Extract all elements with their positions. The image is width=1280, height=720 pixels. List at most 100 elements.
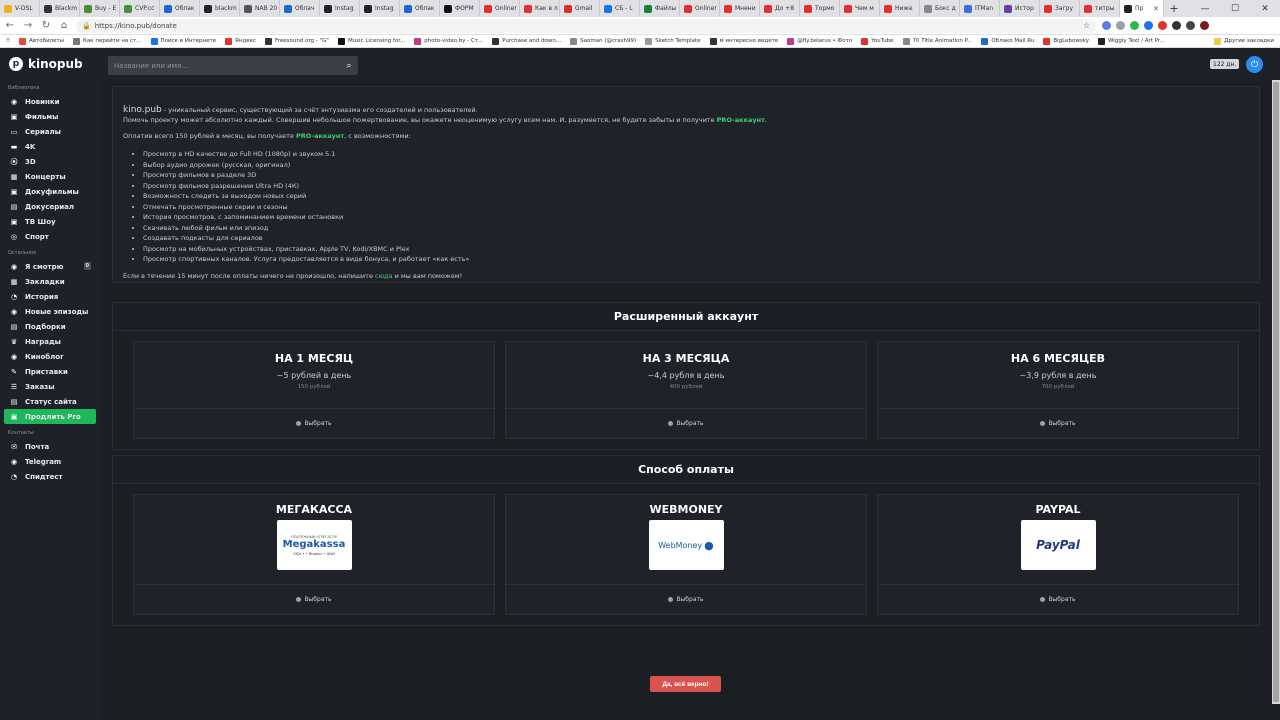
browser-tab[interactable]: blackm <box>200 0 240 17</box>
browser-tab[interactable]: CVP.cc <box>120 0 160 17</box>
bookmark-item[interactable]: BigLebowsky <box>1043 37 1089 45</box>
browser-tab[interactable]: Облак <box>160 0 200 17</box>
sidebar-item[interactable]: ▣ ТВ Шоу <box>0 214 100 229</box>
browser-tab[interactable]: V-DSL <box>0 0 40 17</box>
extension-icon[interactable] <box>1144 21 1153 30</box>
sidebar-item[interactable]: ▭ Сериалы <box>0 124 100 139</box>
search-icon[interactable]: ⌕ <box>340 61 358 71</box>
power-icon[interactable]: ⏻ <box>1246 56 1263 73</box>
sidebar-item[interactable]: ▣ Продлить Pro <box>4 409 96 424</box>
browser-tab[interactable]: Ниже <box>880 0 920 17</box>
sidebar-item[interactable]: ▣ Фильмы <box>0 109 100 124</box>
back-icon[interactable]: ← <box>4 20 16 31</box>
bookmark-item[interactable]: м интересно ведете <box>709 37 778 45</box>
browser-tab[interactable]: ITMan <box>960 0 1000 17</box>
browser-tab[interactable]: Истор <box>1000 0 1040 17</box>
bookmark-item[interactable]: Purchase and down... <box>492 37 561 45</box>
select-button[interactable]: Выбрать <box>668 420 704 427</box>
close-window-icon[interactable]: ✕ <box>1250 0 1280 17</box>
sidebar-item[interactable]: ▤ Докусериал <box>0 199 100 214</box>
browser-tab[interactable]: Тормо <box>800 0 840 17</box>
sidebar-item[interactable]: ◔ История <box>0 289 100 304</box>
home-icon[interactable]: ⌂ <box>58 20 70 31</box>
maximize-icon[interactable]: ☐ <box>1220 0 1250 17</box>
sidebar-item[interactable]: ◉ Киноблог <box>0 349 100 364</box>
sidebar-item[interactable]: ◉ Новые эпизоды <box>0 304 100 319</box>
reload-icon[interactable]: ↻ <box>40 20 52 31</box>
bookmark-item[interactable]: Как перейти на ст... <box>73 37 142 45</box>
sidebar-item[interactable]: ▦ Закладки <box>0 274 100 289</box>
browser-tab[interactable]: Gmail <box>560 0 600 17</box>
select-button[interactable]: Выбрать <box>668 596 704 603</box>
sidebar-item[interactable]: ◉ Я смотрю 0 <box>0 259 100 274</box>
payment-card[interactable]: МЕГАКАССА ПЛАТЕЖНЫЙ АГРЕГАТОР Megakassa VIS… <box>133 494 495 615</box>
profile-avatar[interactable] <box>1200 21 1209 30</box>
forward-icon[interactable]: → <box>22 20 34 31</box>
browser-tab[interactable]: ФОРМ <box>440 0 480 17</box>
bookmark-item[interactable]: Freesound.org - "G" <box>265 37 329 45</box>
browser-tab[interactable]: Мнени <box>720 0 760 17</box>
sidebar-item[interactable]: ◉ Telegram <box>0 454 100 469</box>
sidebar-item[interactable]: ⦿ 3D <box>0 154 100 169</box>
extension-icon[interactable] <box>1102 21 1111 30</box>
sidebar-item[interactable]: ▦ Концерты <box>0 169 100 184</box>
bookmark-item[interactable]: Облако Mail.Ru <box>981 37 1034 45</box>
browser-tab[interactable]: Пр ✕ <box>1120 0 1164 17</box>
plan-card[interactable]: НА 6 МЕСЯЦЕВ ~3,9 рубля в день 700 рублей В… <box>877 341 1239 439</box>
browser-tab[interactable]: Чем м <box>840 0 880 17</box>
browser-tab[interactable]: Buy - E <box>80 0 120 17</box>
bookmark-star-icon[interactable]: ☆ <box>1083 21 1090 30</box>
minimize-icon[interactable]: — <box>1190 0 1220 17</box>
payment-card[interactable]: PAYPAL PayPal Выбрать <box>877 494 1239 615</box>
plan-card[interactable]: НА 3 МЕСЯЦА ~4,4 рубля в день 400 рублей Вы… <box>505 341 867 439</box>
sidebar-item[interactable]: ◎ Спорт <box>0 229 100 244</box>
browser-tab[interactable]: СБ - L <box>600 0 640 17</box>
extension-icon[interactable] <box>1116 21 1125 30</box>
extension-icon[interactable] <box>1130 21 1139 30</box>
select-button[interactable]: Выбрать <box>296 420 332 427</box>
confirm-button[interactable]: Да, всё верно! <box>650 676 721 692</box>
url-input[interactable]: 🔒 https://kino.pub/donate ☆ <box>76 18 1096 33</box>
browser-tab[interactable]: Onliner <box>480 0 520 17</box>
payment-card[interactable]: WEBMONEY WebMoney ● Выбрать <box>505 494 867 615</box>
select-button[interactable]: Выбрать <box>1040 420 1076 427</box>
new-tab-button[interactable]: + <box>1164 0 1184 17</box>
sidebar-item[interactable]: ▣ Докуфильмы <box>0 184 100 199</box>
bookmark-item[interactable]: Music Licensing for... <box>337 37 405 45</box>
bookmark-item[interactable]: @fly.belarus • Фото <box>787 37 852 45</box>
close-tab-icon[interactable]: ✕ <box>1153 5 1159 13</box>
sidebar-item[interactable]: ◉ Новинки <box>0 94 100 109</box>
select-button[interactable]: Выбрать <box>296 596 332 603</box>
plan-card[interactable]: НА 1 МЕСЯЦ ~5 рублей в день 150 рублей Выбр… <box>133 341 495 439</box>
bookmark-item[interactable]: Яндекс <box>225 37 256 45</box>
browser-tab[interactable]: До +8 <box>760 0 800 17</box>
bookmark-item[interactable]: Sketch Template <box>645 37 701 45</box>
bookmark-item[interactable]: 70 Title Animation P... <box>902 37 972 45</box>
bookmark-item[interactable]: Автобилеты <box>19 37 64 45</box>
bookmark-item[interactable]: Поиск в Интернете <box>150 37 216 45</box>
apps-icon[interactable]: ⠿ <box>6 38 10 44</box>
browser-tab[interactable]: Onliner <box>680 0 720 17</box>
bookmark-item[interactable]: photo-video.by - Ст... <box>414 37 483 45</box>
sidebar-item[interactable]: ✉ Почта <box>0 439 100 454</box>
sidebar-item[interactable]: ▬ 4K <box>0 139 100 154</box>
browser-tab[interactable]: Blackm <box>40 0 80 17</box>
bookmark-item[interactable]: Saoman (@crash99) <box>570 37 636 45</box>
sidebar-item[interactable]: ☰ Заказы <box>0 379 100 394</box>
browser-tab[interactable]: NAB 20 <box>240 0 280 17</box>
extension-icon[interactable] <box>1186 21 1195 30</box>
browser-tab[interactable]: Instag <box>360 0 400 17</box>
other-bookmarks[interactable]: Другие закладки <box>1214 37 1274 45</box>
scrollbar[interactable] <box>1272 80 1280 704</box>
browser-tab[interactable]: Облач <box>280 0 320 17</box>
browser-tab[interactable]: Бокс д <box>920 0 960 17</box>
sidebar-item[interactable]: ✎ Приставки <box>0 364 100 379</box>
sidebar-item[interactable]: ♛ Награды <box>0 334 100 349</box>
select-button[interactable]: Выбрать <box>1040 596 1076 603</box>
bookmark-item[interactable]: Wiggly Text / Art Pr... <box>1097 37 1165 45</box>
sidebar-item[interactable]: ▤ Подборки <box>0 319 100 334</box>
search-input[interactable] <box>108 61 340 70</box>
browser-tab[interactable]: Как в л <box>520 0 560 17</box>
scrollbar-thumb[interactable] <box>1273 82 1279 702</box>
browser-tab[interactable]: Instag <box>320 0 360 17</box>
